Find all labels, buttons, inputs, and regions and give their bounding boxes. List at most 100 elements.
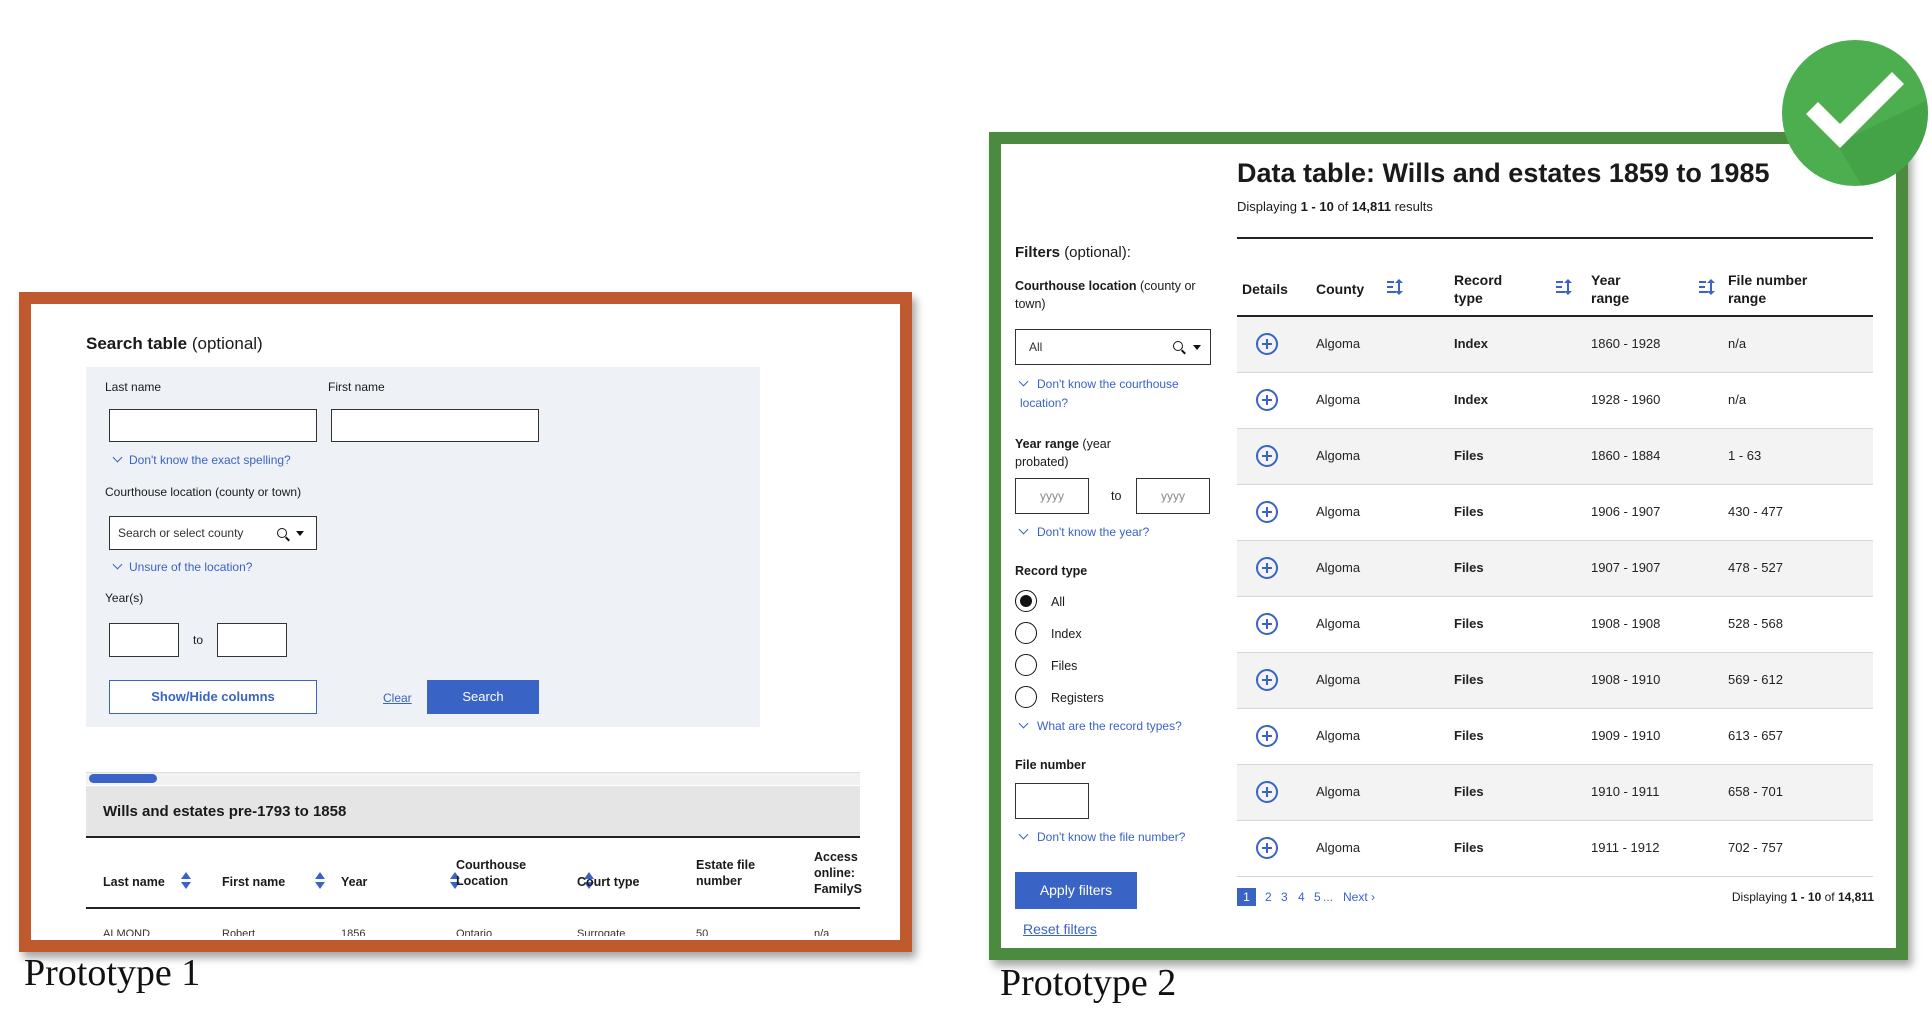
radio-files[interactable] — [1015, 654, 1037, 676]
courthouse-help-link[interactable]: Don't know the courthouse location? — [1018, 375, 1210, 413]
show-hide-columns-button[interactable]: Show/Hide columns — [109, 680, 317, 714]
page-5-link[interactable]: 5 — [1314, 890, 1321, 904]
sort-icon[interactable] — [181, 872, 191, 890]
cell-year-range: 1908 - 1908 — [1591, 616, 1661, 631]
expand-plus-icon[interactable] — [1256, 389, 1278, 411]
clear-link[interactable]: Clear — [383, 691, 412, 705]
col-year-range[interactable]: Year range — [1591, 271, 1641, 307]
courthouse-filter-label: Courthouse location (county or town) — [1015, 277, 1215, 313]
year-from-input[interactable] — [109, 623, 179, 657]
sort-icon[interactable] — [1387, 279, 1403, 295]
sort-icon[interactable] — [1698, 279, 1715, 295]
radio-index[interactable] — [1015, 622, 1037, 644]
cell-file-range: 528 - 568 — [1728, 616, 1783, 631]
search-icon — [1173, 341, 1183, 351]
spelling-help-text: Don't know the exact spelling? — [129, 453, 291, 467]
cell-record-type: Files — [1454, 616, 1484, 631]
results-total: 14,811 — [1351, 199, 1391, 214]
pagination-ellipsis: ... — [1323, 890, 1334, 904]
courthouse-label-text: Courthouse location — [1015, 279, 1137, 293]
cell-year-range: 1906 - 1907 — [1591, 504, 1661, 519]
table-title: Wills and estates pre-1793 to 1858 — [103, 803, 347, 820]
radio-registers[interactable] — [1015, 686, 1037, 708]
col-courthouse-location[interactable]: Courthouse Location — [456, 857, 536, 889]
location-help-link[interactable]: Unsure of the location? — [112, 559, 253, 574]
year-from-input[interactable]: yyyy — [1015, 478, 1089, 514]
expand-plus-icon[interactable] — [1256, 781, 1278, 803]
table-row: Algoma Files 1906 - 1907 430 - 477 — [1237, 485, 1873, 541]
chevron-down-icon — [1018, 829, 1029, 840]
radio-index-label[interactable]: Index — [1051, 627, 1082, 641]
chevron-down-icon — [112, 559, 123, 570]
year-from-placeholder: yyyy — [1040, 489, 1064, 503]
expand-plus-icon[interactable] — [1256, 725, 1278, 747]
scrollbar-thumb[interactable] — [89, 774, 157, 783]
search-icon — [277, 528, 287, 538]
cell-file-range: n/a — [1728, 392, 1747, 407]
file-number-help-link[interactable]: Don't know the file number? — [1018, 829, 1185, 844]
apply-filters-button[interactable]: Apply filters — [1015, 872, 1137, 909]
location-help-text: Unsure of the location? — [129, 560, 253, 574]
col-last-name[interactable]: Last name — [103, 874, 165, 890]
expand-plus-icon[interactable] — [1256, 837, 1278, 859]
cell-file-range: 430 - 477 — [1728, 504, 1783, 519]
year-help-link[interactable]: Don't know the year? — [1018, 524, 1149, 539]
expand-plus-icon[interactable] — [1256, 333, 1278, 355]
expand-plus-icon[interactable] — [1256, 669, 1278, 691]
cell-year-range: 1909 - 1910 — [1591, 728, 1661, 743]
expand-plus-icon[interactable] — [1256, 501, 1278, 523]
prototype-1-frame: Search table (optional) Last name First … — [19, 292, 912, 952]
page-2-link[interactable]: 2 — [1265, 890, 1272, 904]
last-name-label: Last name — [105, 380, 162, 394]
cell-record-type: Files — [1454, 560, 1484, 575]
spelling-help-link[interactable]: Don't know the exact spelling? — [112, 452, 291, 467]
courthouse-select[interactable]: All — [1015, 329, 1211, 365]
prototype-1-caption: Prototype 1 — [24, 952, 201, 994]
col-first-name[interactable]: First name — [222, 874, 285, 890]
reset-filters-link[interactable]: Reset filters — [1023, 921, 1097, 937]
page-1-current[interactable]: 1 — [1237, 888, 1256, 906]
county-select[interactable]: Search or select county — [109, 516, 317, 550]
year-to-input[interactable]: yyyy — [1136, 478, 1210, 514]
cell-record-type: Files — [1454, 840, 1484, 855]
year-range-label: Year range (year probated) — [1015, 435, 1135, 471]
col-record-type[interactable]: Record type — [1454, 271, 1514, 307]
horizontal-scrollbar[interactable] — [86, 772, 860, 785]
radio-all-label[interactable]: All — [1051, 595, 1065, 609]
table-row: Algoma Files 1908 - 1910 569 - 612 — [1237, 653, 1873, 709]
expand-plus-icon[interactable] — [1256, 613, 1278, 635]
years-label: Year(s) — [105, 591, 144, 605]
file-number-input[interactable] — [1015, 783, 1089, 819]
expand-plus-icon[interactable] — [1256, 445, 1278, 467]
radio-all[interactable] — [1015, 590, 1037, 612]
cell-record-type: Files — [1454, 672, 1484, 687]
cell-record-type: Files — [1454, 448, 1484, 463]
page-3-link[interactable]: 3 — [1281, 890, 1288, 904]
search-table-heading: Search table (optional) — [86, 334, 263, 354]
filters-heading: Filters (optional): — [1015, 244, 1131, 261]
page-4-link[interactable]: 4 — [1298, 890, 1305, 904]
radio-files-label[interactable]: Files — [1051, 659, 1077, 673]
year-to-label: to — [193, 633, 204, 647]
dropdown-caret-icon — [296, 531, 304, 536]
expand-plus-icon[interactable] — [1256, 557, 1278, 579]
cell-file-range: 658 - 701 — [1728, 784, 1783, 799]
last-name-input[interactable] — [109, 409, 317, 442]
col-year[interactable]: Year — [341, 874, 367, 890]
year-to-input[interactable] — [217, 623, 287, 657]
table-top-rule — [1237, 237, 1873, 239]
next-page-link[interactable]: Next › — [1343, 890, 1375, 904]
search-button[interactable]: Search — [427, 680, 539, 714]
sort-icon[interactable] — [1556, 279, 1573, 295]
sort-icon[interactable] — [315, 872, 326, 890]
cell-access: n/a — [814, 928, 830, 936]
cell-county: Algoma — [1316, 336, 1361, 351]
col-county[interactable]: County — [1316, 280, 1364, 298]
cell-year-range: 1907 - 1907 — [1591, 560, 1661, 575]
cell-year-range: 1860 - 1928 — [1591, 336, 1661, 351]
first-name-input[interactable] — [331, 409, 539, 442]
cell-court-type: Surrogate — [577, 928, 626, 936]
checkmark-icon — [1782, 40, 1928, 186]
record-type-help-link[interactable]: What are the record types? — [1018, 718, 1182, 733]
radio-registers-label[interactable]: Registers — [1051, 691, 1104, 705]
